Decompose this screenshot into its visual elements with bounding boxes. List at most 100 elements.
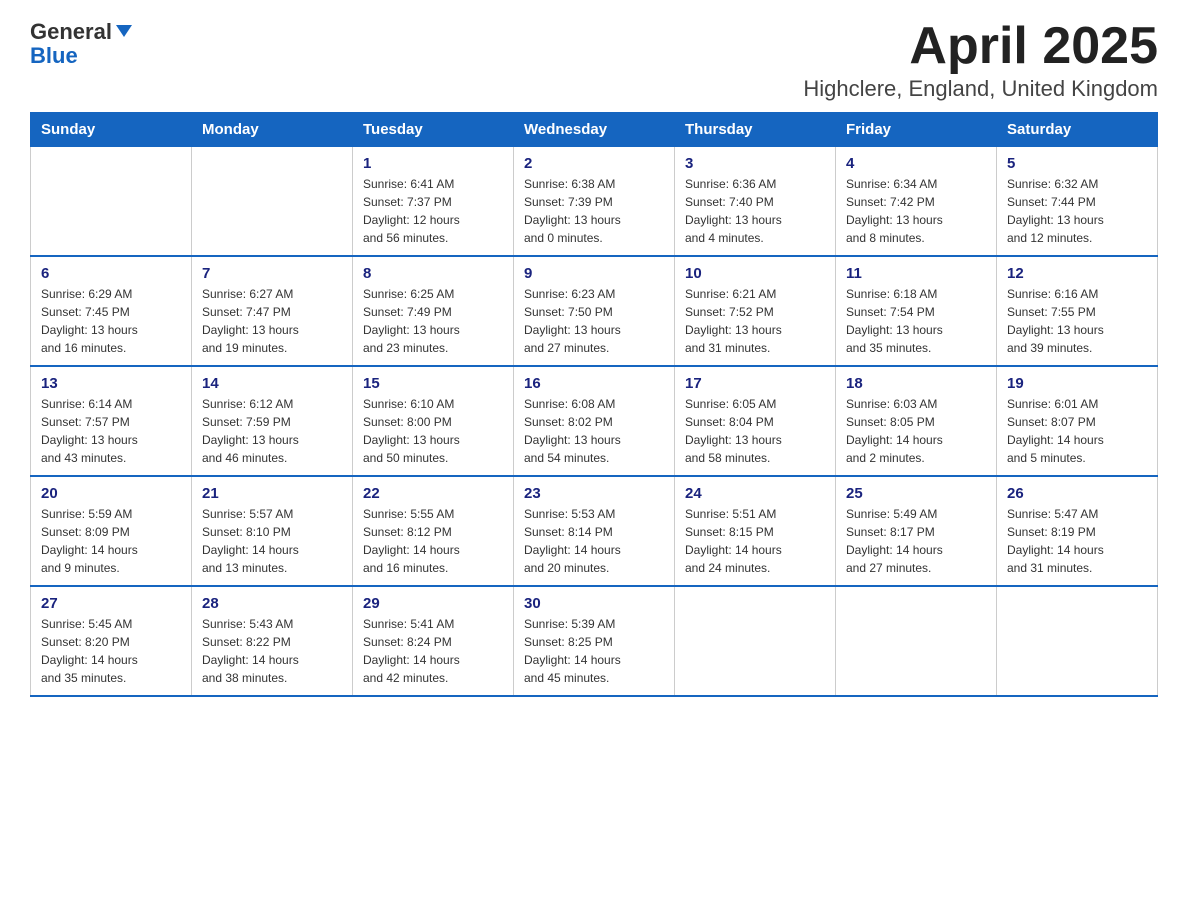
- calendar-body: 1Sunrise: 6:41 AM Sunset: 7:37 PM Daylig…: [31, 147, 1158, 697]
- calendar-cell: 19 Sunrise: 6:01 AM Sunset: 8:07 PM Dayli…: [997, 366, 1158, 476]
- day-number: 3: [685, 155, 825, 172]
- calendar-week-row: 13 Sunrise: 6:14 AM Sunset: 7:57 PM Dayli…: [31, 366, 1158, 476]
- calendar-cell: 25 Sunrise: 5:49 AM Sunset: 8:17 PM Dayli…: [836, 476, 997, 586]
- day-info: Sunrise: 6:03 AM Sunset: 8:05 PM Dayligh…: [846, 395, 986, 467]
- calendar-week-row: 1Sunrise: 6:41 AM Sunset: 7:37 PM Daylig…: [31, 147, 1158, 257]
- day-number: 6: [41, 265, 181, 282]
- day-info: Sunrise: 6:23 AM Sunset: 7:50 PM Dayligh…: [524, 285, 664, 357]
- day-number: 23: [524, 485, 664, 502]
- day-number: 13: [41, 375, 181, 392]
- day-info: Sunrise: 5:41 AM Sunset: 8:24 PM Dayligh…: [363, 615, 503, 687]
- calendar-cell: 20 Sunrise: 5:59 AM Sunset: 8:09 PM Dayli…: [31, 476, 192, 586]
- calendar-cell: 3Sunrise: 6:36 AM Sunset: 7:40 PM Daylig…: [675, 147, 836, 257]
- day-info: Sunrise: 6:01 AM Sunset: 8:07 PM Dayligh…: [1007, 395, 1147, 467]
- day-number: 8: [363, 265, 503, 282]
- day-number: 17: [685, 375, 825, 392]
- day-info: Sunrise: 6:05 AM Sunset: 8:04 PM Dayligh…: [685, 395, 825, 467]
- day-info: Sunrise: 6:34 AM Sunset: 7:42 PM Dayligh…: [846, 175, 986, 247]
- calendar-cell: 2 Sunrise: 6:38 AM Sunset: 7:39 PM Daylig…: [514, 147, 675, 257]
- day-number: 1: [363, 155, 503, 172]
- day-number: 16: [524, 375, 664, 392]
- day-info: Sunrise: 5:47 AM Sunset: 8:19 PM Dayligh…: [1007, 505, 1147, 577]
- logo-general-text: General: [30, 19, 112, 44]
- day-info: Sunrise: 5:49 AM Sunset: 8:17 PM Dayligh…: [846, 505, 986, 577]
- calendar-cell: [836, 586, 997, 696]
- day-number: 4: [846, 155, 986, 172]
- logo-blue-text: Blue: [30, 44, 132, 68]
- day-number: 2: [524, 155, 664, 172]
- day-info: Sunrise: 6:14 AM Sunset: 7:57 PM Dayligh…: [41, 395, 181, 467]
- calendar-cell: 12Sunrise: 6:16 AM Sunset: 7:55 PM Dayli…: [997, 256, 1158, 366]
- calendar-cell: 26 Sunrise: 5:47 AM Sunset: 8:19 PM Dayli…: [997, 476, 1158, 586]
- header-row: SundayMondayTuesdayWednesdayThursdayFrid…: [31, 113, 1158, 147]
- title-area: April 2025 Highclere, England, United Ki…: [803, 20, 1158, 102]
- day-info: Sunrise: 5:57 AM Sunset: 8:10 PM Dayligh…: [202, 505, 342, 577]
- day-number: 5: [1007, 155, 1147, 172]
- day-number: 11: [846, 265, 986, 282]
- day-number: 15: [363, 375, 503, 392]
- day-number: 20: [41, 485, 181, 502]
- header-cell-tuesday: Tuesday: [353, 113, 514, 147]
- day-info: Sunrise: 5:59 AM Sunset: 8:09 PM Dayligh…: [41, 505, 181, 577]
- day-info: Sunrise: 5:39 AM Sunset: 8:25 PM Dayligh…: [524, 615, 664, 687]
- day-info: Sunrise: 6:32 AM Sunset: 7:44 PM Dayligh…: [1007, 175, 1147, 247]
- day-number: 22: [363, 485, 503, 502]
- calendar-cell: 30 Sunrise: 5:39 AM Sunset: 8:25 PM Dayli…: [514, 586, 675, 696]
- calendar-cell: 23 Sunrise: 5:53 AM Sunset: 8:14 PM Dayli…: [514, 476, 675, 586]
- header-cell-sunday: Sunday: [31, 113, 192, 147]
- calendar-cell: 13 Sunrise: 6:14 AM Sunset: 7:57 PM Dayli…: [31, 366, 192, 476]
- calendar-cell: 1Sunrise: 6:41 AM Sunset: 7:37 PM Daylig…: [353, 147, 514, 257]
- calendar-cell: [31, 147, 192, 257]
- header-cell-wednesday: Wednesday: [514, 113, 675, 147]
- day-info: Sunrise: 5:51 AM Sunset: 8:15 PM Dayligh…: [685, 505, 825, 577]
- logo: General Blue: [30, 20, 132, 68]
- calendar-cell: 4 Sunrise: 6:34 AM Sunset: 7:42 PM Daylig…: [836, 147, 997, 257]
- day-number: 26: [1007, 485, 1147, 502]
- calendar-cell: 21Sunrise: 5:57 AM Sunset: 8:10 PM Dayli…: [192, 476, 353, 586]
- calendar-table: SundayMondayTuesdayWednesdayThursdayFrid…: [30, 112, 1158, 697]
- day-number: 7: [202, 265, 342, 282]
- calendar-header: SundayMondayTuesdayWednesdayThursdayFrid…: [31, 113, 1158, 147]
- calendar-cell: 6 Sunrise: 6:29 AM Sunset: 7:45 PM Daylig…: [31, 256, 192, 366]
- calendar-week-row: 6 Sunrise: 6:29 AM Sunset: 7:45 PM Daylig…: [31, 256, 1158, 366]
- day-number: 24: [685, 485, 825, 502]
- location-subtitle: Highclere, England, United Kingdom: [803, 76, 1158, 102]
- day-info: Sunrise: 5:45 AM Sunset: 8:20 PM Dayligh…: [41, 615, 181, 687]
- calendar-cell: 27Sunrise: 5:45 AM Sunset: 8:20 PM Dayli…: [31, 586, 192, 696]
- calendar-cell: 14 Sunrise: 6:12 AM Sunset: 7:59 PM Dayli…: [192, 366, 353, 476]
- calendar-cell: 10Sunrise: 6:21 AM Sunset: 7:52 PM Dayli…: [675, 256, 836, 366]
- day-number: 25: [846, 485, 986, 502]
- calendar-cell: 24 Sunrise: 5:51 AM Sunset: 8:15 PM Dayli…: [675, 476, 836, 586]
- day-number: 18: [846, 375, 986, 392]
- day-info: Sunrise: 6:38 AM Sunset: 7:39 PM Dayligh…: [524, 175, 664, 247]
- day-info: Sunrise: 6:29 AM Sunset: 7:45 PM Dayligh…: [41, 285, 181, 357]
- page-header: General Blue April 2025 Highclere, Engla…: [30, 20, 1158, 102]
- day-info: Sunrise: 6:12 AM Sunset: 7:59 PM Dayligh…: [202, 395, 342, 467]
- day-number: 28: [202, 595, 342, 612]
- day-info: Sunrise: 6:21 AM Sunset: 7:52 PM Dayligh…: [685, 285, 825, 357]
- calendar-cell: 22Sunrise: 5:55 AM Sunset: 8:12 PM Dayli…: [353, 476, 514, 586]
- calendar-cell: 11 Sunrise: 6:18 AM Sunset: 7:54 PM Dayli…: [836, 256, 997, 366]
- day-number: 14: [202, 375, 342, 392]
- month-title: April 2025: [803, 20, 1158, 72]
- day-info: Sunrise: 5:43 AM Sunset: 8:22 PM Dayligh…: [202, 615, 342, 687]
- calendar-cell: [675, 586, 836, 696]
- header-cell-monday: Monday: [192, 113, 353, 147]
- day-number: 29: [363, 595, 503, 612]
- calendar-week-row: 27Sunrise: 5:45 AM Sunset: 8:20 PM Dayli…: [31, 586, 1158, 696]
- day-info: Sunrise: 6:08 AM Sunset: 8:02 PM Dayligh…: [524, 395, 664, 467]
- day-number: 19: [1007, 375, 1147, 392]
- calendar-cell: 16 Sunrise: 6:08 AM Sunset: 8:02 PM Dayli…: [514, 366, 675, 476]
- day-info: Sunrise: 6:25 AM Sunset: 7:49 PM Dayligh…: [363, 285, 503, 357]
- logo-triangle-icon: [116, 25, 132, 37]
- day-info: Sunrise: 6:27 AM Sunset: 7:47 PM Dayligh…: [202, 285, 342, 357]
- day-info: Sunrise: 6:18 AM Sunset: 7:54 PM Dayligh…: [846, 285, 986, 357]
- day-info: Sunrise: 6:16 AM Sunset: 7:55 PM Dayligh…: [1007, 285, 1147, 357]
- calendar-week-row: 20 Sunrise: 5:59 AM Sunset: 8:09 PM Dayli…: [31, 476, 1158, 586]
- day-info: Sunrise: 5:53 AM Sunset: 8:14 PM Dayligh…: [524, 505, 664, 577]
- calendar-cell: 5 Sunrise: 6:32 AM Sunset: 7:44 PM Daylig…: [997, 147, 1158, 257]
- header-cell-friday: Friday: [836, 113, 997, 147]
- day-number: 30: [524, 595, 664, 612]
- calendar-cell: [997, 586, 1158, 696]
- calendar-cell: 15Sunrise: 6:10 AM Sunset: 8:00 PM Dayli…: [353, 366, 514, 476]
